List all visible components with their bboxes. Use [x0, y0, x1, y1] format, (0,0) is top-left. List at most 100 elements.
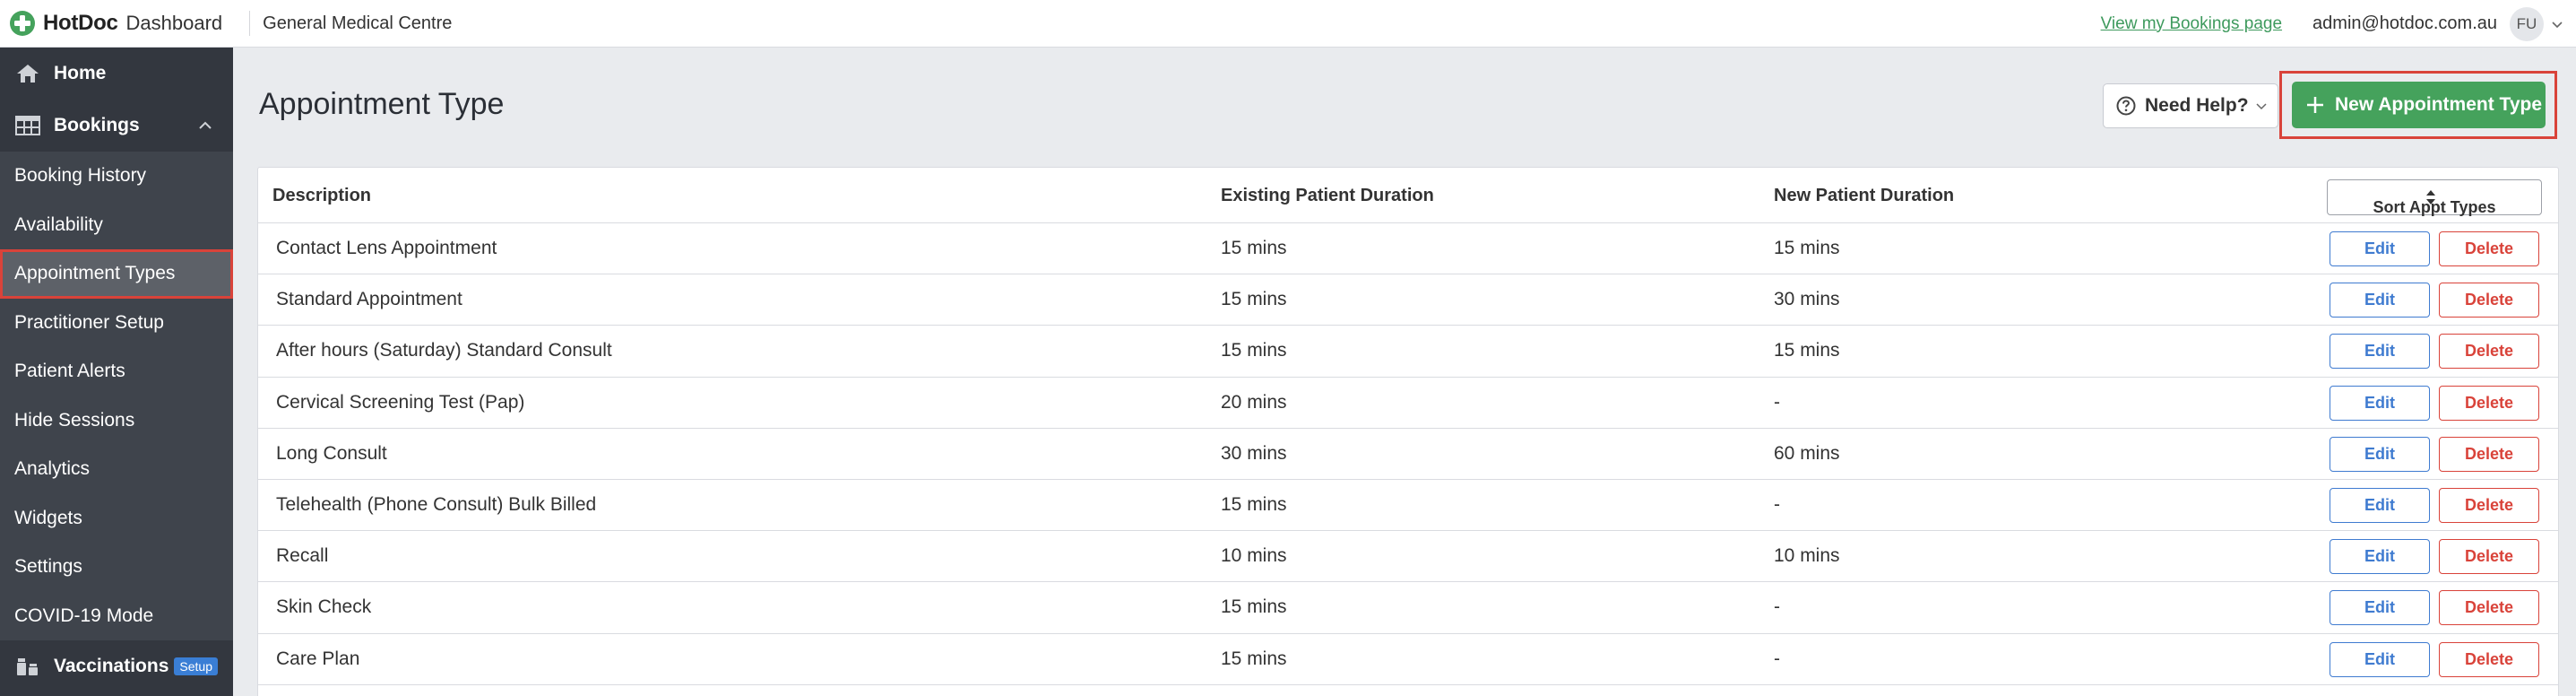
new-appointment-type-button[interactable]: New Appointment Type	[2292, 82, 2546, 128]
need-help-label: Need Help?	[2145, 95, 2249, 116]
cell-new-duration: -	[1774, 391, 1780, 413]
sidebar-item-covid-19-mode[interactable]: COVID-19 Mode	[0, 592, 233, 641]
cell-new-duration: -	[1774, 493, 1780, 515]
cell-existing-duration: 15 mins	[1221, 648, 1287, 669]
table-row: Care Plan 15 mins - Edit Delete	[258, 634, 2558, 685]
brand-name: HotDoc	[43, 11, 118, 35]
page-title: Appointment Type	[259, 87, 505, 121]
cell-existing-duration: 10 mins	[1221, 545, 1287, 567]
sidebar-item-patient-alerts[interactable]: Patient Alerts	[0, 347, 233, 396]
table-row: Skin Check 15 mins - Edit Delete	[258, 582, 2558, 634]
delete-button[interactable]: Delete	[2439, 641, 2539, 677]
product-name: Dashboard	[125, 12, 223, 34]
practice-name: General Medical Centre	[263, 13, 453, 33]
cell-existing-duration: 15 mins	[1221, 340, 1287, 361]
edit-button[interactable]: Edit	[2330, 590, 2430, 626]
cell-new-duration: 15 mins	[1774, 238, 1840, 258]
sidebar-item-label: Appointment Types	[14, 263, 176, 284]
sidebar-item-hide-sessions[interactable]: Hide Sessions	[0, 396, 233, 446]
edit-button[interactable]: Edit	[2330, 283, 2430, 318]
question-circle-icon	[2116, 96, 2136, 116]
table-header: Description Existing Patient Duration Ne…	[258, 168, 2558, 223]
sidebar-item-practitioner-setup[interactable]: Practitioner Setup	[0, 299, 233, 348]
edit-button[interactable]: Edit	[2330, 231, 2430, 266]
edit-button[interactable]: Edit	[2330, 641, 2430, 677]
sidebar-item-label: Home	[54, 63, 107, 83]
chevron-up-icon[interactable]	[197, 117, 213, 134]
edit-button[interactable]: Edit	[2330, 385, 2430, 421]
chevron-down-icon[interactable]	[2551, 18, 2563, 30]
cell-new-duration: -	[1774, 648, 1780, 669]
sidebar-item-booking-history[interactable]: Booking History	[0, 152, 233, 201]
cell-existing-duration: 15 mins	[1221, 238, 1287, 258]
sidebar-item-vaccinations[interactable]: Vaccinations Setup	[0, 640, 233, 692]
sidebar-item-appointment-types[interactable]: Appointment Types	[0, 249, 233, 299]
sidebar-item-label: Settings	[14, 556, 82, 578]
cell-new-duration: 30 mins	[1774, 289, 1840, 310]
sidebar-item-label: COVID-19 Mode	[14, 605, 154, 626]
bookings-subnav: Booking History Availability Appointment…	[0, 152, 233, 640]
column-header-description: Description	[272, 186, 372, 205]
hotdoc-logo-icon	[10, 11, 35, 36]
sidebar-item-settings[interactable]: Settings	[0, 543, 233, 592]
sidebar-item-label: Hide Sessions	[14, 409, 135, 431]
user-email: admin@hotdoc.com.au	[2312, 13, 2497, 33]
edit-button[interactable]: Edit	[2330, 334, 2430, 370]
home-icon	[14, 62, 41, 85]
cell-description: Skin Check	[276, 596, 372, 618]
sort-appt-types-label: Sort Appt Types	[2373, 198, 2496, 216]
view-bookings-link[interactable]: View my Bookings page	[2101, 14, 2282, 34]
edit-button[interactable]: Edit	[2330, 539, 2430, 575]
plus-icon	[2307, 97, 2323, 113]
hotdoc-logo[interactable]: HotDoc Dashboard	[9, 10, 222, 37]
vaccine-vials-icon	[14, 655, 41, 678]
sidebar-item-label: Vaccinations	[54, 656, 169, 676]
cell-description: Contact Lens Appointment	[276, 238, 497, 258]
sidebar-item-availability[interactable]: Availability	[0, 201, 233, 250]
setup-badge: Setup	[174, 657, 218, 675]
avatar[interactable]: FU	[2510, 6, 2544, 41]
cell-description: Care Plan	[276, 648, 360, 669]
column-header-new-duration: New Patient Duration	[1774, 186, 1955, 205]
cell-existing-duration: 15 mins	[1221, 289, 1287, 310]
delete-button[interactable]: Delete	[2439, 231, 2539, 266]
table-row: Recall 10 mins 10 mins Edit Delete	[258, 531, 2558, 583]
cell-description: After hours (Saturday) Standard Consult	[276, 340, 612, 361]
cell-new-duration: 60 mins	[1774, 442, 1840, 464]
column-header-existing-duration: Existing Patient Duration	[1221, 186, 1434, 205]
table-row: Cervical Screening Test (Pap) 20 mins - …	[258, 378, 2558, 429]
sidebar-item-widgets[interactable]: Widgets	[0, 494, 233, 544]
delete-button[interactable]: Delete	[2439, 334, 2539, 370]
cell-existing-duration: 15 mins	[1221, 493, 1287, 515]
cell-new-duration: -	[1774, 596, 1780, 618]
delete-button[interactable]: Delete	[2439, 539, 2539, 575]
table-body: Contact Lens Appointment 15 mins 15 mins…	[258, 223, 2558, 685]
sidebar-item-home[interactable]: Home	[0, 48, 233, 100]
calendar-grid-icon	[14, 114, 41, 137]
cell-existing-duration: 30 mins	[1221, 442, 1287, 464]
cell-description: Standard Appointment	[276, 289, 462, 310]
sidebar-item-label: Patient Alerts	[14, 361, 125, 382]
sidebar-item-label: Booking History	[14, 165, 147, 187]
top-bar: HotDoc Dashboard General Medical Centre …	[0, 0, 2576, 48]
sidebar-item-label: Availability	[14, 213, 103, 235]
sidebar-item-label: Widgets	[14, 507, 82, 528]
sidebar-item-label: Practitioner Setup	[14, 311, 164, 333]
need-help-button[interactable]: Need Help?	[2103, 83, 2278, 128]
cell-description: Recall	[276, 545, 329, 567]
table-row: Standard Appointment 15 mins 30 mins Edi…	[258, 274, 2558, 326]
sidebar-item-label: Analytics	[14, 458, 91, 480]
delete-button[interactable]: Delete	[2439, 283, 2539, 318]
sidebar-item-label: Bookings	[54, 115, 140, 135]
edit-button[interactable]: Edit	[2330, 487, 2430, 523]
cell-existing-duration: 15 mins	[1221, 596, 1287, 618]
delete-button[interactable]: Delete	[2439, 487, 2539, 523]
delete-button[interactable]: Delete	[2439, 385, 2539, 421]
edit-button[interactable]: Edit	[2330, 436, 2430, 472]
sidebar-item-bookings[interactable]: Bookings	[0, 100, 233, 152]
sort-appt-types-button[interactable]: Sort Appt Types	[2327, 179, 2542, 216]
delete-button[interactable]: Delete	[2439, 436, 2539, 472]
sidebar-item-analytics[interactable]: Analytics	[0, 445, 233, 494]
cell-new-duration: 15 mins	[1774, 340, 1840, 361]
delete-button[interactable]: Delete	[2439, 590, 2539, 626]
